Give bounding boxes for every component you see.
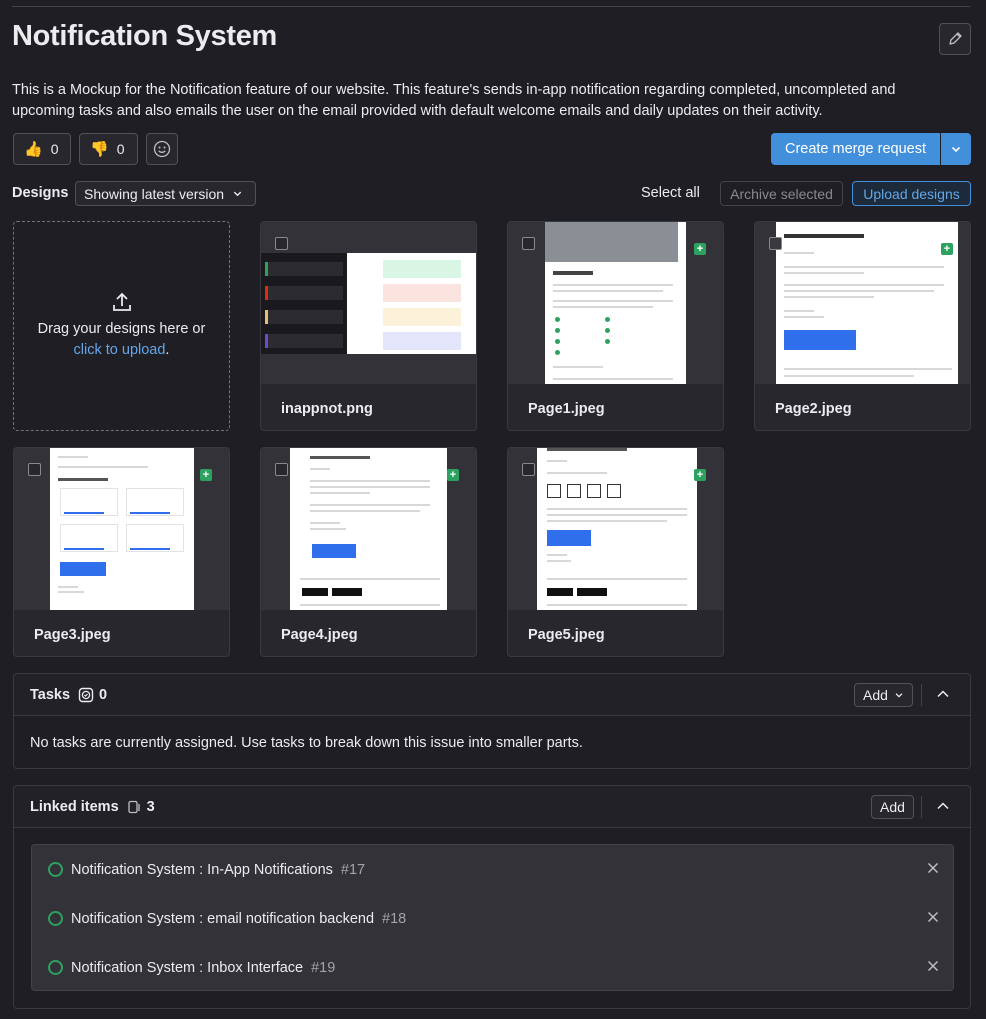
linked-item[interactable]: Notification System : Inbox Interface #1… xyxy=(32,943,953,992)
issue-description: This is a Mockup for the Notification fe… xyxy=(12,82,896,119)
design-card[interactable]: + Page3.jpeg xyxy=(13,447,230,657)
design-name: Page5.jpeg xyxy=(528,627,605,643)
dropzone-period: . xyxy=(165,342,170,358)
new-version-plus-icon: + xyxy=(694,243,706,255)
linked-item-title[interactable]: Notification System : In-App Notificatio… xyxy=(71,862,333,878)
design-thumbnail xyxy=(508,222,723,384)
linked-items-panel: Linked items 3 Add Notification System :… xyxy=(13,785,971,1009)
upload-designs-button[interactable]: Upload designs xyxy=(852,181,971,206)
thumbs-up-count: 0 xyxy=(50,141,59,157)
design-card[interactable]: + Page1.jpeg xyxy=(507,221,724,431)
chevron-down-icon xyxy=(895,693,903,698)
click-to-upload-link[interactable]: click to upload xyxy=(74,342,166,358)
tasks-header: Tasks 0 Add xyxy=(14,674,970,716)
design-thumbnail xyxy=(261,222,476,384)
new-version-plus-icon: + xyxy=(200,469,212,481)
linked-items-header: Linked items 3 Add xyxy=(14,786,970,828)
design-checkbox[interactable] xyxy=(28,463,41,476)
thumbs-up-button[interactable]: 👍 0 xyxy=(13,133,71,165)
design-thumbnail xyxy=(14,448,229,610)
add-task-button[interactable]: Add xyxy=(854,683,913,707)
chevron-up-icon[interactable] xyxy=(936,687,950,701)
new-version-plus-icon: + xyxy=(694,469,706,481)
design-checkbox[interactable] xyxy=(769,237,782,250)
design-card[interactable]: + Page5.jpeg xyxy=(507,447,724,657)
add-reaction-button[interactable] xyxy=(146,133,178,165)
linked-items-list: Notification System : In-App Notificatio… xyxy=(31,844,954,991)
design-checkbox[interactable] xyxy=(275,463,288,476)
edit-button[interactable] xyxy=(939,23,971,55)
pencil-icon xyxy=(949,32,962,45)
add-linked-item-button[interactable]: Add xyxy=(871,795,914,819)
header-divider xyxy=(921,684,922,706)
linked-items-count: 3 xyxy=(146,798,155,815)
chevron-down-icon xyxy=(233,191,242,197)
chevron-up-icon[interactable] xyxy=(936,799,950,813)
smiley-icon xyxy=(153,140,171,158)
design-checkbox[interactable] xyxy=(275,237,288,250)
create-merge-request-button[interactable]: Create merge request xyxy=(771,133,940,165)
design-name: Page4.jpeg xyxy=(281,627,358,643)
design-card[interactable]: + Page2.jpeg xyxy=(754,221,971,431)
thumbs-up-icon: 👍 xyxy=(24,141,43,158)
tasks-panel: Tasks 0 Add No tasks are currently assig… xyxy=(13,673,971,769)
thumbs-down-button[interactable]: 👎 0 xyxy=(79,133,138,165)
page-title: Notification System xyxy=(12,20,278,52)
design-checkbox[interactable] xyxy=(522,463,535,476)
add-linked-item-label: Add xyxy=(880,799,905,815)
linked-item-title[interactable]: Notification System : email notification… xyxy=(71,911,374,927)
tasks-empty-text: No tasks are currently assigned. Use tas… xyxy=(30,735,583,751)
design-thumbnail xyxy=(508,448,723,610)
design-thumbnail xyxy=(755,222,970,384)
linked-item-ref: #17 xyxy=(340,861,366,878)
design-name: inappnot.png xyxy=(281,401,373,417)
open-issue-icon xyxy=(48,862,63,877)
designs-label: Designs xyxy=(12,185,69,201)
thumbs-down-count: 0 xyxy=(116,141,125,157)
linked-items-title: Linked items xyxy=(30,798,119,815)
linked-item[interactable]: Notification System : In-App Notificatio… xyxy=(32,845,953,894)
link-items-icon xyxy=(127,800,140,813)
add-task-label: Add xyxy=(863,687,888,703)
dropzone-text: Drag your designs here or xyxy=(37,321,206,337)
close-icon[interactable] xyxy=(927,911,939,923)
tasks-title: Tasks xyxy=(30,686,71,703)
thumbs-down-icon: 👎 xyxy=(90,141,109,158)
open-issue-icon xyxy=(48,911,63,926)
new-version-plus-icon: + xyxy=(941,243,953,255)
design-thumbnail xyxy=(261,448,476,610)
top-divider xyxy=(12,6,970,7)
select-all-link[interactable]: Select all xyxy=(641,185,700,201)
design-dropzone[interactable]: Drag your designs here or click to uploa… xyxy=(13,221,230,431)
header-divider xyxy=(921,796,922,818)
design-name: Page2.jpeg xyxy=(775,401,852,417)
linked-item[interactable]: Notification System : email notification… xyxy=(32,894,953,943)
version-select-value: Showing latest version xyxy=(84,185,225,202)
design-card[interactable]: inappnot.png xyxy=(260,221,477,431)
design-checkbox[interactable] xyxy=(522,237,535,250)
close-icon[interactable] xyxy=(927,862,939,874)
merge-request-dropdown-toggle[interactable] xyxy=(941,133,971,165)
version-select[interactable]: Showing latest version xyxy=(75,181,256,206)
new-version-plus-icon: + xyxy=(447,469,459,481)
close-icon[interactable] xyxy=(927,960,939,972)
upload-icon xyxy=(112,292,131,311)
design-name: Page3.jpeg xyxy=(34,627,111,643)
linked-item-title[interactable]: Notification System : Inbox Interface xyxy=(71,960,303,976)
open-issue-icon xyxy=(48,960,63,975)
task-done-icon xyxy=(78,687,94,702)
design-name: Page1.jpeg xyxy=(528,401,605,417)
linked-item-ref: #19 xyxy=(311,959,336,976)
chevron-down-icon xyxy=(951,146,961,153)
tasks-count: 0 xyxy=(99,686,108,703)
archive-selected-button[interactable]: Archive selected xyxy=(720,181,843,206)
design-card[interactable]: + Page4.jpeg xyxy=(260,447,477,657)
linked-item-ref: #18 xyxy=(382,910,407,927)
